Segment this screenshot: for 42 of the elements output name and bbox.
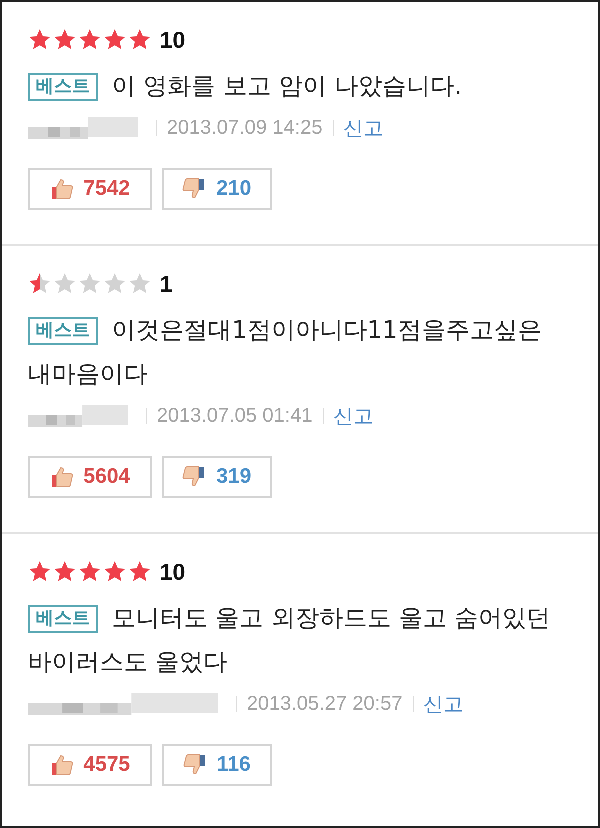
like-button[interactable]: 4575	[28, 744, 152, 786]
star-icon	[28, 560, 52, 584]
star-icon	[103, 272, 127, 296]
rating-score: 1	[160, 270, 173, 298]
report-link[interactable]: 신고	[424, 690, 464, 718]
rating-score: 10	[160, 26, 186, 54]
rating-score: 10	[160, 558, 186, 586]
thumbs-down-icon	[183, 754, 208, 776]
thumbs-up-icon	[50, 466, 74, 488]
star-icon	[103, 560, 127, 584]
report-link[interactable]: 신고	[344, 114, 384, 142]
best-badge: 베스트	[28, 73, 98, 101]
review-text: 베스트 모니터도 울고 외장하드도 울고 숨어있던 바이러스도 울었다	[28, 603, 552, 678]
review-date: 2013.07.09 14:25	[167, 116, 323, 140]
thumbs-down-icon	[182, 178, 206, 200]
star-icon	[78, 560, 102, 584]
star-icon	[53, 28, 77, 52]
star-icon	[128, 560, 152, 584]
dislike-button[interactable]: 319	[162, 456, 272, 498]
star-icon	[53, 560, 77, 584]
like-button[interactable]: 7542	[28, 168, 152, 210]
thumbs-down-icon	[182, 466, 206, 488]
star-icon	[28, 28, 52, 52]
star-icon	[103, 28, 127, 52]
dislike-button[interactable]: 116	[162, 744, 272, 786]
star-icon	[78, 272, 102, 296]
thumbs-up-icon	[50, 754, 74, 776]
report-link[interactable]: 신고	[334, 402, 374, 430]
star-icon	[78, 28, 102, 52]
best-badge: 베스트	[28, 605, 98, 633]
dislike-button[interactable]: 210	[162, 168, 272, 210]
review-text: 베스트 이 영화를 보고 암이 나았습니다.	[28, 64, 558, 108]
thumbs-up-icon	[50, 178, 74, 200]
review-date: 2013.07.05 01:41	[157, 404, 313, 428]
star-icon	[128, 28, 152, 52]
star-icon	[128, 272, 152, 296]
star-icon	[28, 272, 52, 296]
star-icon	[53, 272, 77, 296]
review-date: 2013.05.27 20:57	[247, 692, 403, 716]
review-text: 베스트 이것은절대1점이아니다11점을주고싶은 내마음이다	[28, 315, 543, 390]
best-badge: 베스트	[28, 317, 98, 345]
like-button[interactable]: 5604	[28, 456, 152, 498]
